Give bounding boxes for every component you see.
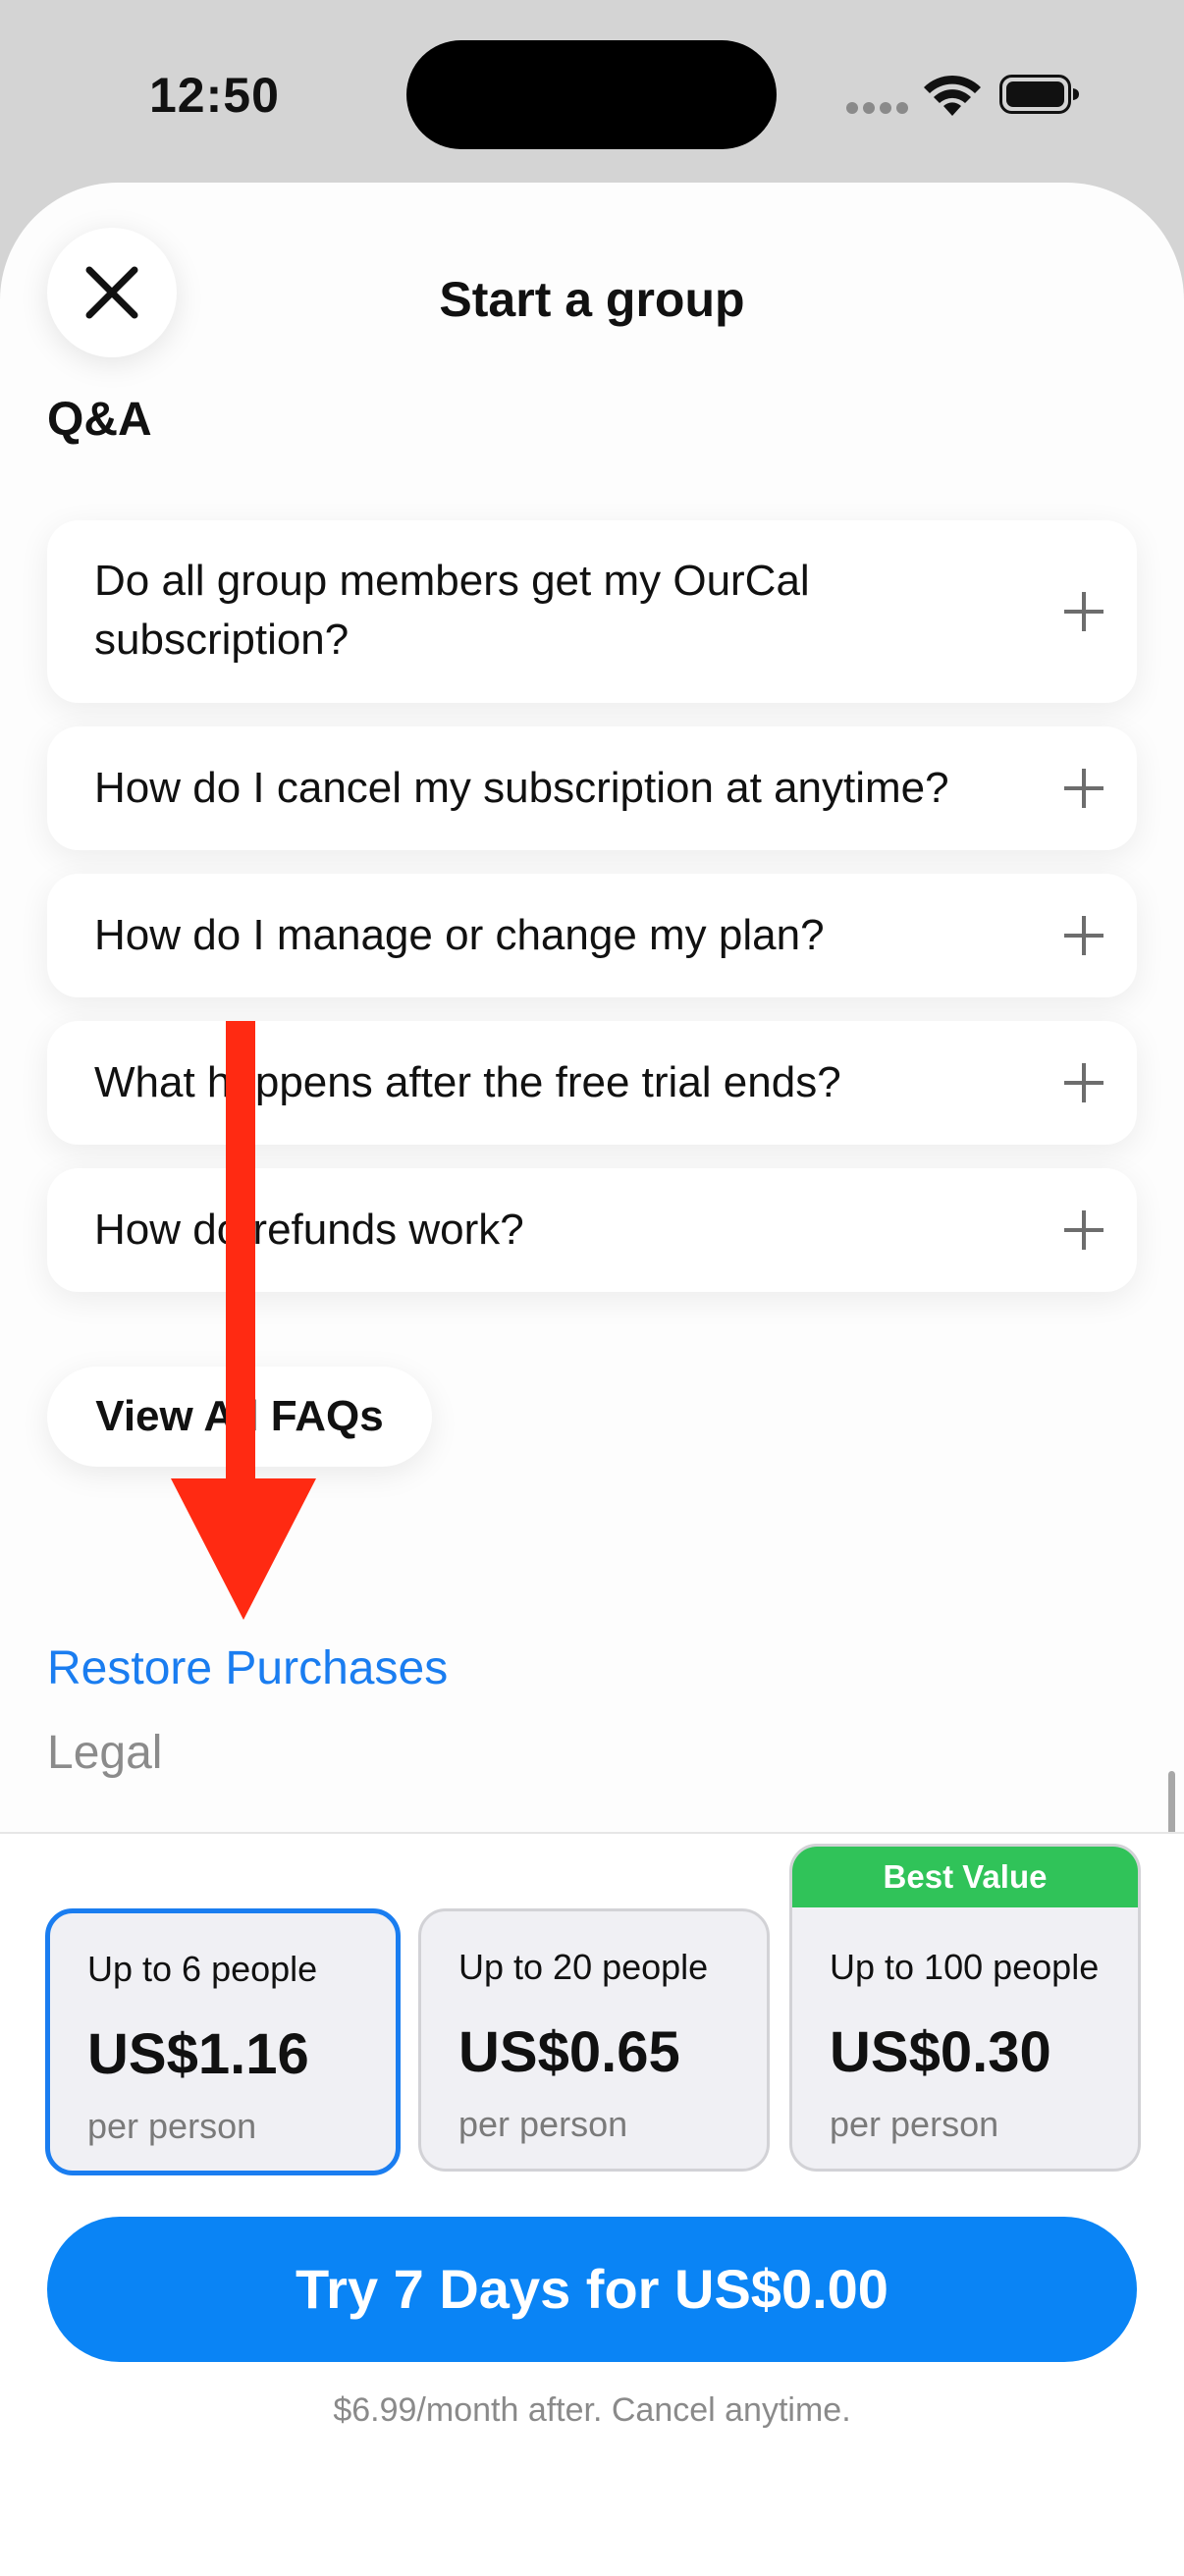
battery-icon (999, 75, 1079, 114)
qa-heading: Q&A (47, 394, 152, 446)
plan-per: per person (87, 2106, 257, 2146)
plus-icon (1064, 916, 1103, 955)
plus-icon (1064, 1210, 1103, 1250)
signal-icon (846, 102, 909, 116)
sheet-title: Start a group (439, 272, 745, 327)
plan-card-100-people[interactable]: Best Value Up to 100 people US$0.30 per … (789, 1844, 1141, 2172)
faq-item-cancel[interactable]: How do I cancel my subscription at anyti… (47, 726, 1137, 850)
plan-card-6-people[interactable]: Up to 6 people US$1.16 per person (45, 1908, 401, 2175)
plan-price: US$0.30 (830, 2020, 1051, 2084)
try-free-trial-button[interactable]: Try 7 Days for US$0.00 (47, 2217, 1137, 2362)
plan-per: per person (458, 2104, 628, 2144)
faq-question: How do I manage or change my plan? (94, 911, 825, 959)
best-value-badge: Best Value (792, 1847, 1138, 1907)
plan-per: per person (830, 2104, 999, 2144)
legal-link[interactable]: Legal (47, 1726, 162, 1780)
plan-card-20-people[interactable]: Up to 20 people US$0.65 per person (418, 1908, 770, 2172)
plan-price: US$0.65 (458, 2020, 680, 2084)
plan-label: Up to 100 people (830, 1947, 1100, 1987)
faq-item-group-members[interactable]: Do all group members get my OurCal subsc… (47, 520, 1137, 703)
plus-icon (1064, 592, 1103, 631)
restore-purchases-link[interactable]: Restore Purchases (47, 1641, 448, 1695)
plus-icon (1064, 769, 1103, 808)
plan-price: US$1.16 (87, 2022, 309, 2086)
plan-label: Up to 20 people (458, 1947, 709, 1987)
wifi-icon (924, 75, 981, 116)
faq-question: Do all group members get my OurCal subsc… (94, 557, 810, 664)
plan-label: Up to 6 people (87, 1949, 318, 1989)
faq-question: How do I cancel my subscription at anyti… (94, 764, 949, 812)
status-time: 12:50 (149, 68, 280, 123)
plan-selector-panel: Up to 6 people US$1.16 per person Up to … (0, 1832, 1184, 2576)
faq-item-manage-plan[interactable]: How do I manage or change my plan? (47, 874, 1137, 997)
status-bar: 12:50 (0, 0, 1184, 187)
plus-icon (1064, 1063, 1103, 1102)
dynamic-island (406, 40, 777, 149)
annotation-arrow-icon (171, 1021, 316, 1620)
pricing-subtext: $6.99/month after. Cancel anytime. (333, 2391, 851, 2429)
